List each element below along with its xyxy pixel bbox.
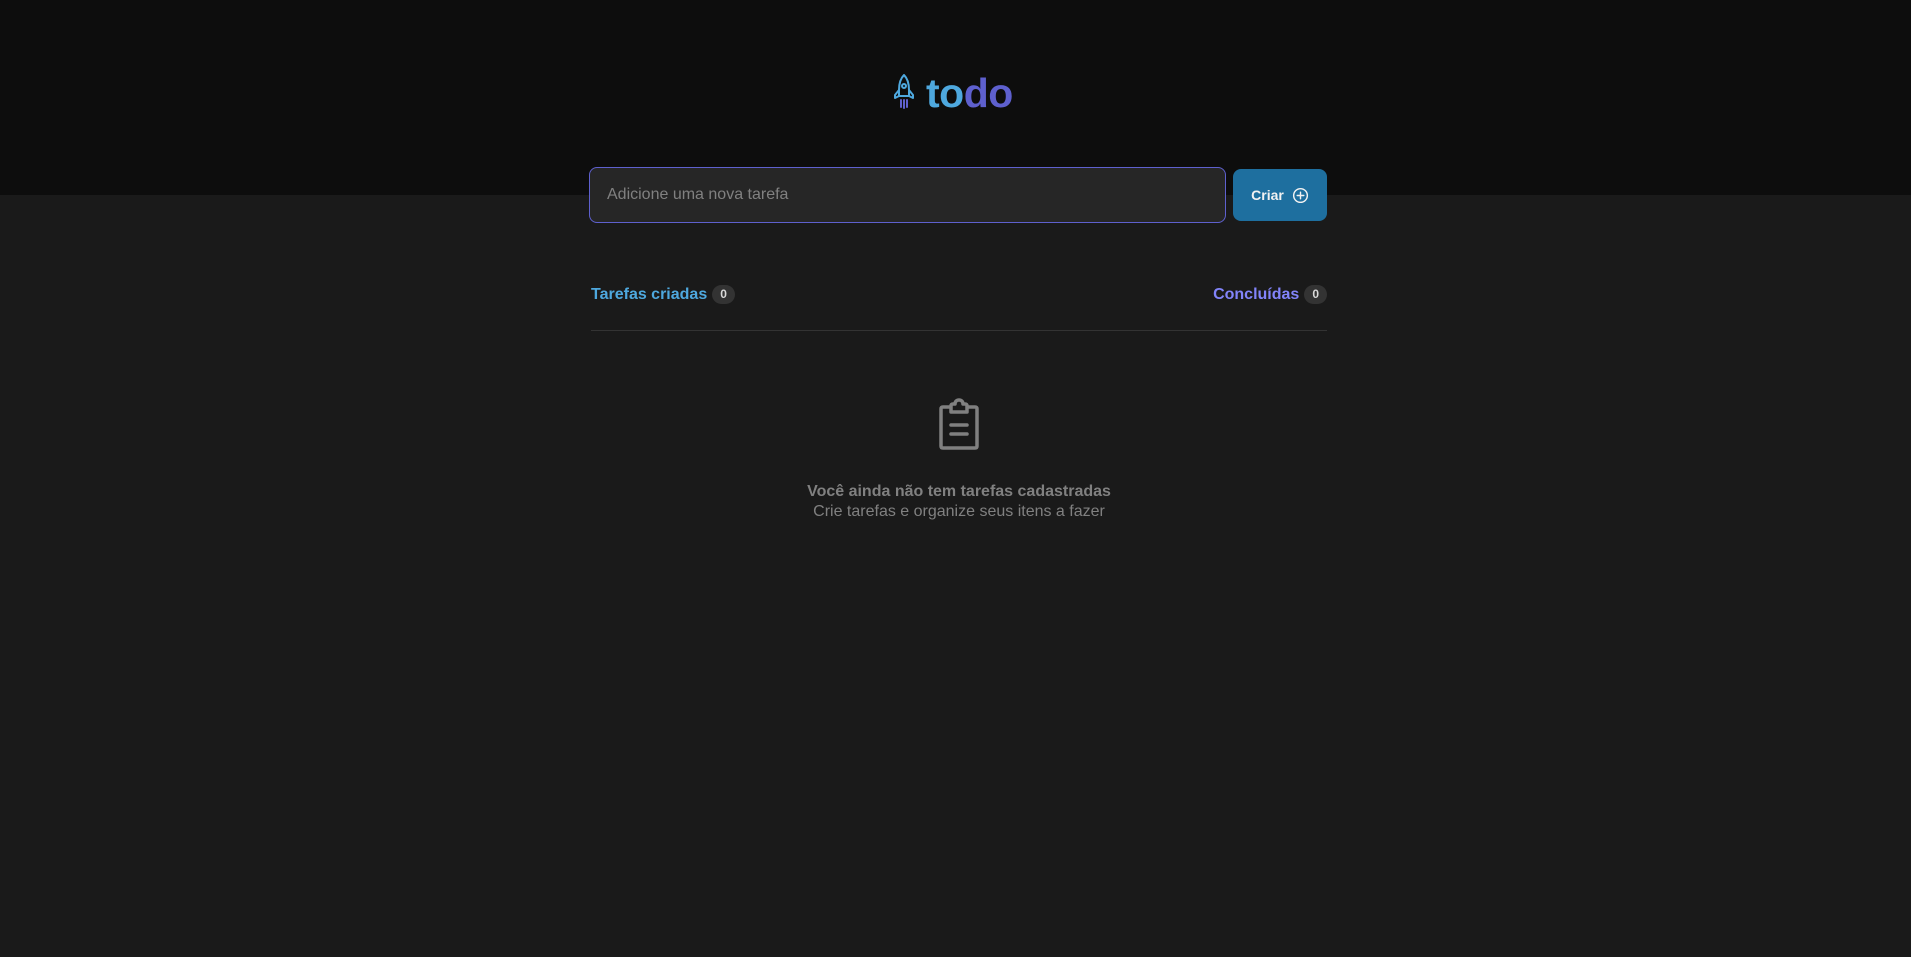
empty-state: Você ainda não tem tarefas cadastradas C…: [591, 396, 1327, 522]
divider: [591, 330, 1327, 331]
created-tasks-badge: 0: [712, 285, 735, 304]
done-tasks-counter: Concluídas 0: [1213, 285, 1327, 304]
logo-text-do: do: [963, 70, 1014, 116]
plus-circle-icon: [1292, 187, 1309, 204]
logo-text-to: to: [926, 70, 964, 116]
empty-state-subtitle: Crie tarefas e organize seus itens a faz…: [813, 503, 1105, 520]
done-tasks-badge: 0: [1304, 285, 1327, 304]
clipboard-icon: [931, 396, 987, 452]
rocket-icon: [893, 73, 920, 113]
create-button[interactable]: Criar: [1233, 169, 1327, 221]
logo-text: todo: [926, 70, 1013, 116]
task-counters: Tarefas criadas 0 Concluídas 0: [591, 285, 1327, 304]
done-tasks-label: Concluídas: [1213, 285, 1300, 303]
created-tasks-label: Tarefas criadas: [591, 285, 708, 303]
create-button-label: Criar: [1251, 187, 1284, 203]
new-task-form: Criar: [589, 167, 1327, 223]
app-logo: todo: [893, 70, 1013, 116]
empty-state-title: Você ainda não tem tarefas cadastradas: [807, 483, 1111, 500]
created-tasks-counter: Tarefas criadas 0: [591, 285, 735, 304]
new-task-input[interactable]: [589, 167, 1226, 223]
